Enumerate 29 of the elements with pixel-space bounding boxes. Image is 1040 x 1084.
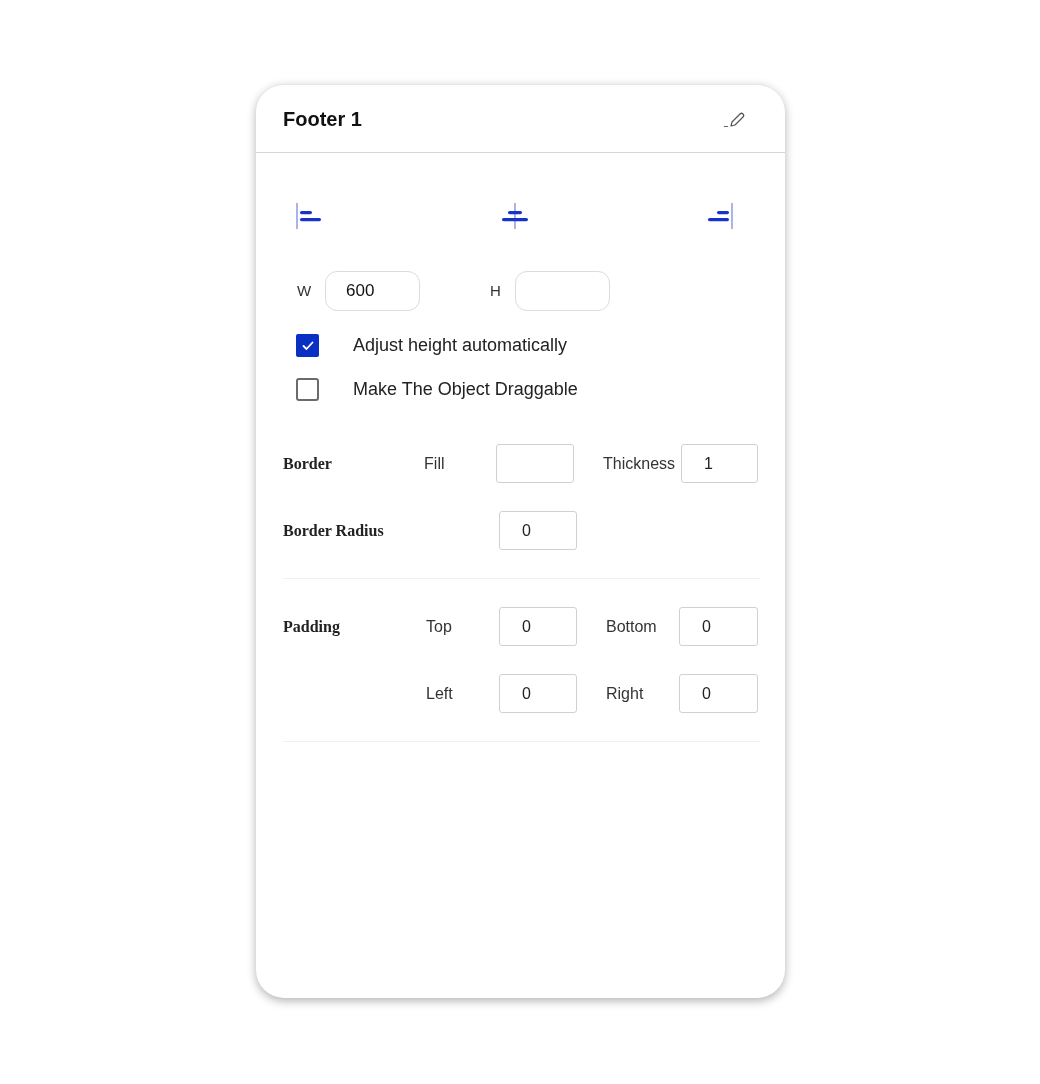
align-left-icon[interactable] [296,202,324,230]
section-label: Border Radius [283,520,385,541]
dimension-label: W [297,280,313,301]
value-field[interactable]: 0 [679,674,758,713]
checkbox-label: Adjust height automatically [353,334,568,357]
dimension-label: H [490,280,502,301]
align-right-icon[interactable] [705,202,733,230]
section-label: Border [283,453,333,474]
value-field[interactable] [496,444,575,483]
value-field[interactable]: 0 [499,674,577,713]
panel-title: Footer 1 [283,106,362,132]
section-label: Padding [283,616,341,638]
dimension-field[interactable] [515,271,610,311]
checkbox[interactable] [296,378,319,401]
checkbox-label: Make The Object Draggable [353,378,578,401]
checkmark-icon [301,340,314,351]
field-label: Top [426,616,453,637]
value-field[interactable]: 0 [499,607,577,646]
field-label: Bottom [606,616,658,637]
align-center-icon[interactable] [500,202,529,230]
checkbox[interactable] [296,334,319,357]
field-label: Fill [424,453,446,474]
value-field[interactable]: 0 [679,607,758,646]
value-field[interactable]: 0 [499,511,577,550]
field-label: Right [606,683,645,704]
field-label: Thickness [603,453,677,474]
field-label: Left [426,683,454,704]
value-field[interactable]: 1 [681,444,758,483]
dimension-field[interactable]: 600 [325,271,420,311]
